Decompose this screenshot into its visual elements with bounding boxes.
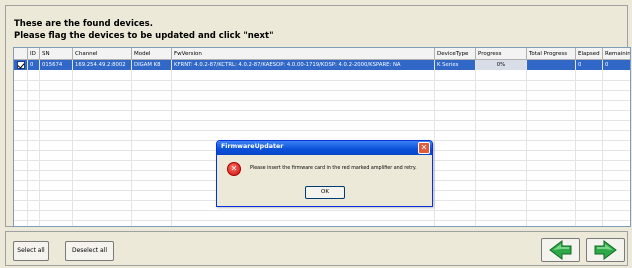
grid-line (14, 110, 630, 111)
cell-total-progress (527, 60, 576, 70)
back-button[interactable] (541, 238, 580, 262)
close-icon[interactable]: ✕ (418, 142, 430, 154)
row-checkbox-cell[interactable] (14, 60, 28, 70)
cell-remaining: 0 (605, 62, 609, 68)
grid-line (14, 210, 630, 211)
dialog-message: Please insert the firmware card in the r… (250, 166, 417, 171)
grid-line (14, 220, 630, 221)
grid-column-line (575, 60, 576, 226)
cell-devicetype: K Series (435, 60, 476, 70)
cell-elapsed: 0 (576, 60, 603, 70)
grid-column-line (526, 60, 527, 226)
button-bar: Select all Deselect all (5, 231, 628, 266)
grid-line (14, 100, 630, 101)
cell-fwversion: KFRNT: 4.0.2-87/KCTRL: 4.0.2-87/KAESOP: … (172, 60, 435, 70)
dialog-titlebar[interactable]: FirmwareUpdater ✕ (217, 141, 432, 155)
instruction-line-1: These are the found devices. (14, 19, 153, 29)
dialog-title: FirmwareUpdater (221, 143, 284, 150)
grid-line (14, 90, 630, 91)
next-button[interactable] (586, 238, 625, 262)
error-icon: ✕ (227, 162, 241, 176)
cell-model: DIGAM K8 (132, 60, 172, 70)
header-channel[interactable]: Channel (73, 48, 132, 60)
grid-column-line (39, 60, 40, 226)
grid-column-line (131, 60, 132, 226)
table-header: ID SN Channel Model FwVersion DeviceType… (14, 48, 630, 60)
header-model[interactable]: Model (132, 48, 172, 60)
cell-progress: 0% (476, 60, 527, 70)
header-elapsed[interactable]: Elapsed (576, 48, 603, 60)
green-right-arrow-icon (594, 240, 617, 260)
grid-line (14, 80, 630, 81)
grid-line (14, 130, 630, 131)
grid-line (14, 120, 630, 121)
header-checkbox (14, 48, 28, 60)
cell-channel: 169.254.49.2:8002 (73, 60, 132, 70)
instruction-line-2: Please flag the devices to be updated an… (14, 31, 274, 41)
row-checkbox[interactable] (17, 61, 25, 69)
grid-column-line (475, 60, 476, 226)
firmware-updater-dialog: FirmwareUpdater ✕ ✕ Please insert the fi… (216, 140, 433, 207)
header-devicetype[interactable]: DeviceType (435, 48, 476, 60)
cell-sn: 015674 (40, 60, 73, 70)
grid-column-line (27, 60, 28, 226)
header-fwversion[interactable]: FwVersion (172, 48, 435, 60)
green-left-arrow-icon (549, 240, 572, 260)
header-total-progress[interactable]: Total Progress (527, 48, 576, 60)
grid-column-line (434, 60, 435, 226)
grid-column-line (72, 60, 73, 226)
header-id[interactable]: ID (28, 48, 40, 60)
header-remaining[interactable]: Remaining (603, 48, 630, 60)
deselect-all-button[interactable]: Deselect all (65, 241, 114, 261)
ok-button[interactable]: OK (305, 186, 345, 199)
table-row[interactable]: 0 015674 169.254.49.2:8002 DIGAM K8 KFRN… (14, 60, 630, 70)
header-progress[interactable]: Progress (476, 48, 527, 60)
header-sn[interactable]: SN (40, 48, 73, 60)
grid-column-line (171, 60, 172, 226)
grid-column-line (602, 60, 603, 226)
select-all-button[interactable]: Select all (13, 241, 49, 261)
